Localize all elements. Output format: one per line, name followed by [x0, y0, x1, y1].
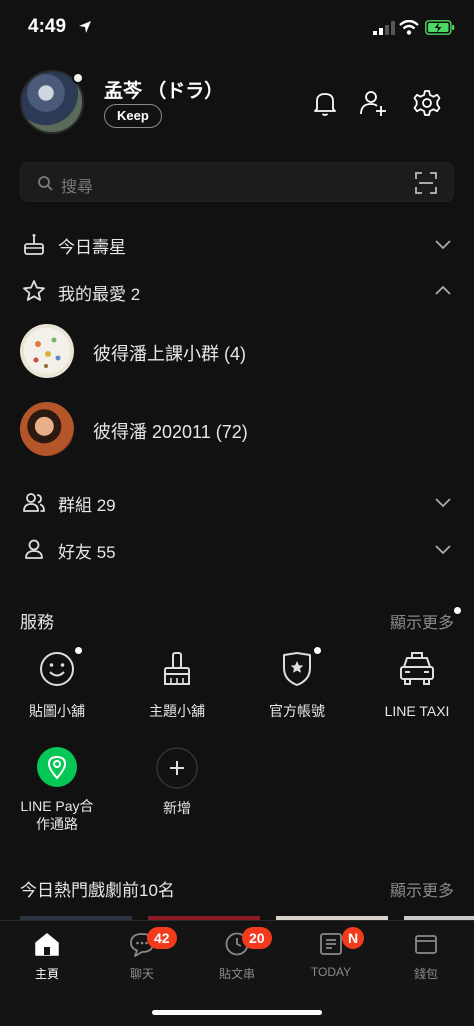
- bell-icon[interactable]: [310, 88, 340, 118]
- tab-label: 錢包: [413, 967, 438, 981]
- person-icon: [25, 539, 43, 559]
- smiley-icon: [40, 652, 74, 686]
- brush-icon: [164, 652, 190, 685]
- cellular-signal-icon: [373, 21, 395, 35]
- status-time: 4:49: [28, 16, 67, 37]
- service-label: LINE TAXI: [384, 703, 450, 719]
- favorite-item[interactable]: 彼得潘上課小群 (4): [0, 322, 474, 382]
- chat-unread-badge: 42: [147, 927, 177, 949]
- profile-name[interactable]: 孟芩 （ドラ）: [104, 76, 223, 103]
- today-new-badge: N: [342, 927, 364, 949]
- groups-label: 群組 29: [58, 496, 116, 515]
- chevron-down-icon: [435, 240, 451, 250]
- add-friend-icon[interactable]: [358, 88, 388, 118]
- search-input[interactable]: 搜尋: [61, 173, 93, 197]
- profile-status-dot: [72, 72, 84, 84]
- trending-title: 今日熱門戲劇前10名: [20, 881, 175, 900]
- qr-scan-icon[interactable]: [415, 172, 437, 194]
- group-people-icon: [23, 493, 45, 512]
- services-title: 服務: [20, 613, 54, 632]
- favorites-row[interactable]: 我的最愛 2: [0, 271, 474, 311]
- tab-label: TODAY: [310, 965, 352, 979]
- cake-icon: [24, 234, 44, 255]
- service-theme-shop[interactable]: 主題小舖: [122, 650, 232, 730]
- timeline-unread-badge: 20: [242, 927, 272, 949]
- gear-icon[interactable]: [412, 88, 442, 118]
- tab-wallet[interactable]: 錢包: [381, 931, 471, 991]
- trending-show-more[interactable]: 顯示更多: [390, 877, 454, 901]
- favorites-label: 我的最愛 2: [58, 285, 141, 304]
- service-add[interactable]: 新增: [122, 747, 232, 827]
- service-line-pay[interactable]: LINE Pay合 作通路: [2, 747, 112, 832]
- favorite-item[interactable]: 彼得潘 202011 (72): [0, 400, 474, 460]
- service-label: 新增: [163, 800, 191, 816]
- taxi-icon: [400, 652, 434, 685]
- group-avatar: [20, 324, 74, 378]
- groups-row[interactable]: 群組 29: [0, 482, 474, 522]
- service-sticker-shop[interactable]: 貼圖小舖: [2, 650, 112, 730]
- favorite-name: 彼得潘上課小群 (4): [93, 344, 246, 364]
- service-label: 主題小舖: [149, 703, 205, 719]
- friends-label: 好友 55: [58, 543, 116, 562]
- tab-chats[interactable]: 42 聊天: [97, 927, 187, 991]
- location-pin-icon: [37, 747, 77, 787]
- new-dot: [75, 647, 82, 654]
- service-label: 官方帳號: [269, 703, 325, 719]
- home-icon: [35, 933, 59, 956]
- group-avatar: [20, 402, 74, 456]
- plus-icon: [156, 747, 198, 789]
- group-avatar-pattern: [33, 337, 61, 368]
- battery-charging-icon: [425, 20, 455, 35]
- location-arrow-icon: [79, 21, 91, 33]
- news-icon: [320, 933, 342, 955]
- tab-label: 貼文串: [218, 967, 255, 981]
- chevron-down-icon: [435, 498, 451, 508]
- chevron-up-icon: [435, 285, 451, 295]
- search-icon: [38, 176, 53, 191]
- service-official-account[interactable]: 官方帳號: [242, 650, 352, 730]
- service-label: LINE Pay合 作通路: [20, 798, 94, 832]
- new-dot: [454, 607, 461, 614]
- search-bar[interactable]: 搜尋: [20, 162, 454, 202]
- wallet-icon: [415, 935, 437, 954]
- keep-button[interactable]: Keep: [104, 104, 162, 128]
- shield-star-icon: [283, 652, 311, 686]
- star-icon: [23, 280, 45, 301]
- profile-header: 孟芩 （ドラ） Keep: [0, 70, 474, 136]
- tab-label: 主頁: [34, 967, 59, 981]
- tab-timeline[interactable]: 20 貼文串: [192, 927, 282, 991]
- birthday-label: 今日壽星: [58, 238, 126, 257]
- tab-label: 聊天: [129, 967, 154, 981]
- birthday-row[interactable]: 今日壽星: [0, 224, 474, 264]
- tab-today[interactable]: N TODAY: [286, 927, 376, 991]
- services-show-more[interactable]: 顯示更多: [390, 609, 454, 633]
- service-label: 貼圖小舖: [29, 703, 85, 719]
- wifi-icon: [399, 20, 419, 35]
- home-indicator: [152, 1010, 322, 1015]
- new-dot: [314, 647, 321, 654]
- friends-row[interactable]: 好友 55: [0, 529, 474, 569]
- tab-home[interactable]: 主頁: [2, 931, 92, 991]
- chevron-down-icon: [435, 545, 451, 555]
- favorite-name: 彼得潘 202011 (72): [93, 422, 248, 442]
- service-line-taxi[interactable]: LINE TAXI: [362, 650, 472, 730]
- status-bar: 4:49: [0, 0, 474, 58]
